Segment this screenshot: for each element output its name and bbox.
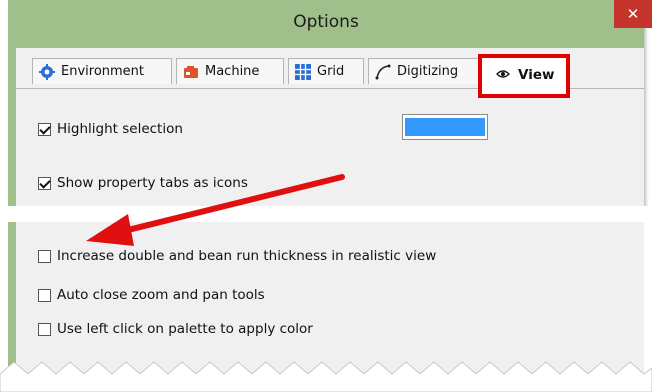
annotation-arrow [86, 174, 345, 246]
arrow-head [86, 214, 134, 246]
arrow-shaft [117, 174, 345, 235]
